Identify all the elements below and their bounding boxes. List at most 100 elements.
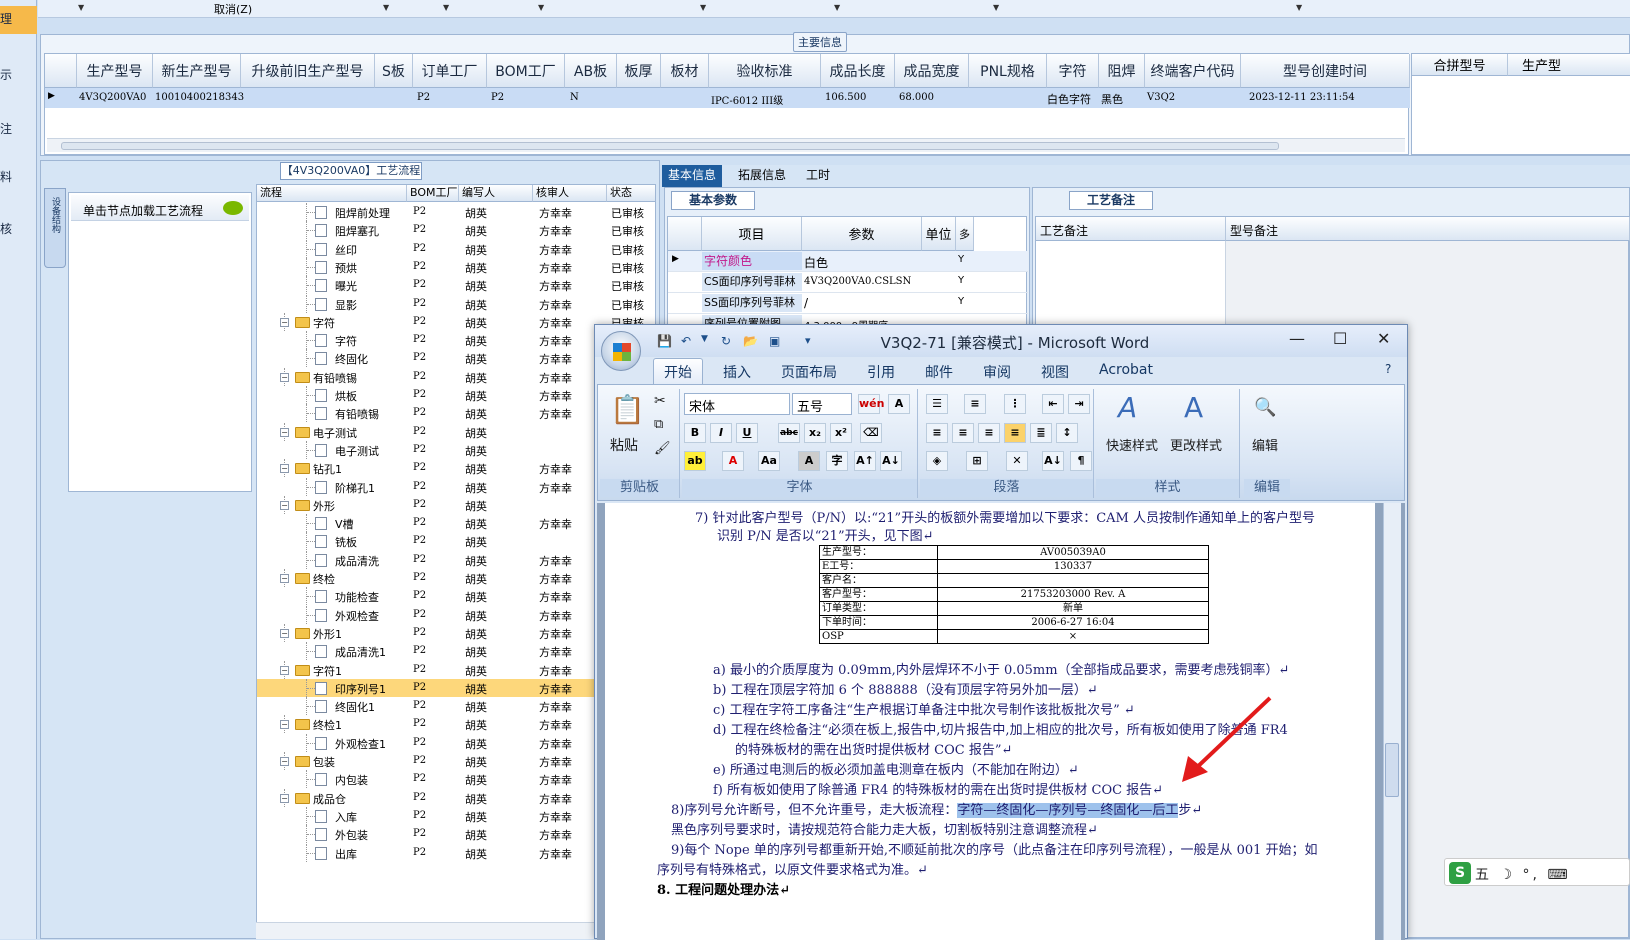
font-color-button[interactable]: A: [722, 451, 744, 471]
document-vertical-scrollbar[interactable]: [1383, 503, 1401, 940]
paste-icon[interactable]: 📋: [610, 393, 645, 426]
distribute-button[interactable]: ≣: [1030, 423, 1052, 443]
tab-view[interactable]: 视图: [1041, 362, 1069, 382]
column-header[interactable]: 阻焊: [1099, 54, 1145, 88]
quick-styles-button[interactable]: 快速样式: [1106, 435, 1158, 454]
column-header[interactable]: 多: [956, 217, 974, 251]
char-shading-button[interactable]: A: [798, 451, 820, 471]
font-name-select[interactable]: 宋体: [684, 393, 790, 415]
find-icon[interactable]: 🔍: [1254, 397, 1276, 418]
cut-icon[interactable]: ✂: [654, 393, 666, 409]
superscript-button[interactable]: x²: [830, 423, 852, 443]
undo-icon[interactable]: ↶: [681, 334, 691, 348]
bullets-button[interactable]: ☰: [926, 394, 948, 414]
tab-review[interactable]: 审阅: [983, 362, 1011, 382]
column-header[interactable]: S板: [375, 54, 413, 88]
close-icon[interactable]: ✕: [1377, 329, 1390, 348]
column-header[interactable]: 项目: [702, 217, 802, 251]
dropdown-arrow-icon[interactable]: ▼: [538, 3, 544, 12]
dropdown-arrow-icon[interactable]: ▼: [700, 3, 706, 12]
increase-indent-button[interactable]: ⇥: [1068, 394, 1090, 414]
font-size-select[interactable]: 五号: [792, 393, 852, 415]
ime-logo-icon[interactable]: S: [1449, 862, 1471, 884]
column-header[interactable]: 终端客户代码: [1145, 54, 1241, 88]
change-styles-icon[interactable]: A: [1184, 391, 1203, 424]
collapse-toggle-icon[interactable]: −: [280, 372, 289, 382]
format-painter-icon[interactable]: 🖌: [654, 441, 671, 456]
show-marks-button[interactable]: ¶: [1070, 451, 1092, 471]
collapse-toggle-icon[interactable]: −: [280, 500, 289, 510]
bold-button[interactable]: B: [684, 423, 706, 443]
enclose-char-button[interactable]: 字: [826, 451, 848, 471]
edit-button[interactable]: 编辑: [1252, 435, 1278, 454]
vertical-tab-device-structure[interactable]: 设备结构: [44, 188, 66, 268]
open-icon[interactable]: 📂: [743, 334, 758, 348]
tab-basic-info[interactable]: 基本信息: [662, 165, 723, 187]
left-nav-item[interactable]: 核: [0, 220, 12, 237]
redo-icon[interactable]: ↻: [721, 334, 731, 348]
strikethrough-button[interactable]: abc: [778, 423, 800, 443]
collapse-toggle-icon[interactable]: −: [280, 793, 289, 803]
multilevel-list-button[interactable]: ⋮: [1004, 394, 1026, 414]
column-header[interactable]: 成品宽度: [895, 54, 969, 88]
subscript-button[interactable]: x₂: [804, 423, 826, 443]
column-header[interactable]: 字符: [1047, 54, 1099, 88]
collapse-toggle-icon[interactable]: −: [280, 574, 289, 583]
column-header[interactable]: 状态: [607, 185, 655, 202]
table-row[interactable]: SS面印序列号菲林 / Y: [668, 293, 1028, 314]
tab-insert[interactable]: 插入: [723, 362, 751, 382]
column-header[interactable]: 编写人: [459, 185, 533, 202]
column-header[interactable]: 合拼型号: [1412, 54, 1508, 76]
table-row[interactable]: ▶ 字符颜色 白色 Y: [668, 251, 1028, 272]
maximize-icon[interactable]: ☐: [1333, 329, 1347, 348]
dropdown-arrow-icon[interactable]: ▼: [701, 334, 708, 344]
highlight-button[interactable]: ab: [684, 451, 706, 471]
collapse-toggle-icon[interactable]: −: [280, 464, 289, 474]
selected-text[interactable]: 字符—终固化—序列号—终固化—后工: [957, 803, 1179, 818]
collapse-toggle-icon[interactable]: −: [280, 427, 289, 437]
tab-mailings[interactable]: 邮件: [925, 362, 953, 382]
column-header[interactable]: 核审人: [533, 185, 607, 202]
shrink-font-button[interactable]: A↓: [880, 451, 902, 471]
column-header[interactable]: 单位: [922, 217, 956, 251]
column-header[interactable]: 板材: [661, 54, 709, 88]
decrease-indent-button[interactable]: ⇤: [1042, 394, 1064, 414]
collapse-toggle-icon[interactable]: −: [280, 720, 289, 730]
left-nav-item[interactable]: 理: [0, 10, 12, 27]
sort-button[interactable]: A↓: [1042, 451, 1064, 471]
minimize-icon[interactable]: —: [1289, 329, 1305, 348]
scrollbar-thumb[interactable]: [1385, 743, 1399, 797]
column-header[interactable]: AB板: [565, 54, 617, 88]
collapse-toggle-icon[interactable]: −: [280, 628, 289, 638]
dropdown-arrow-icon[interactable]: ▼: [1296, 3, 1302, 12]
underline-button[interactable]: U: [736, 423, 758, 443]
left-nav-item[interactable]: 示: [0, 66, 12, 83]
help-icon[interactable]: ?: [1385, 362, 1391, 376]
dropdown-arrow-icon[interactable]: ▼: [443, 3, 449, 12]
tab-home[interactable]: 开始: [653, 358, 703, 384]
dropdown-arrow-icon[interactable]: ▼: [993, 3, 999, 12]
save-icon[interactable]: 💾: [657, 334, 672, 348]
italic-button[interactable]: I: [710, 423, 732, 443]
change-styles-button[interactable]: 更改样式: [1170, 435, 1222, 454]
phonetic-guide-icon[interactable]: wén: [858, 394, 884, 414]
column-header[interactable]: BOM工厂: [407, 185, 459, 202]
numbering-button[interactable]: ≡: [964, 394, 986, 414]
column-header[interactable]: 工艺备注: [1036, 217, 1226, 241]
column-header[interactable]: 流程: [257, 185, 407, 202]
column-header[interactable]: 参数: [802, 217, 922, 251]
collapse-toggle-icon[interactable]: −: [280, 665, 289, 675]
column-header[interactable]: 生产型: [1508, 54, 1630, 76]
column-header[interactable]: 型号创建时间: [1241, 54, 1410, 88]
chinese-layout-button[interactable]: ✕: [1006, 451, 1028, 471]
paste-button[interactable]: 粘贴: [610, 435, 638, 455]
ime-status[interactable]: 五 ☽ °, ⌨: [1475, 864, 1571, 884]
dropdown-arrow-icon[interactable]: ▼: [383, 3, 389, 12]
align-left-button[interactable]: ≡: [926, 423, 948, 443]
shading-button[interactable]: ◈: [926, 451, 948, 471]
tab-references[interactable]: 引用: [867, 362, 895, 382]
tree-row[interactable]: 显影 P2 胡英 方幸幸 已审核: [257, 294, 655, 313]
column-header[interactable]: 型号备注: [1226, 217, 1630, 241]
collapse-toggle-icon[interactable]: −: [280, 317, 289, 327]
tab-acrobat[interactable]: Acrobat: [1099, 362, 1153, 378]
